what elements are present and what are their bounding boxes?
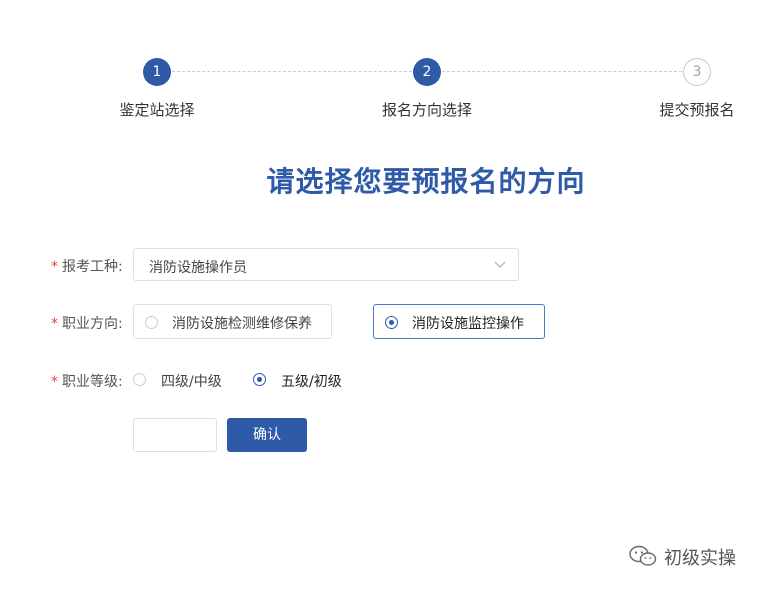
confirm-button[interactable]: 确认 <box>227 418 307 452</box>
blank-button[interactable] <box>133 418 217 452</box>
level-option-beginner-label: 五级/初级 <box>281 374 342 390</box>
direction-option-maintenance-label: 消防设施检测维修保养 <box>172 316 312 332</box>
registration-page: 1 2 3 鉴定站选择 报名方向选择 提交预报名 请选择您要预报名的方向 * 报考… <box>0 0 766 589</box>
radio-checked-icon <box>385 316 398 329</box>
level-label-text: 职业等级: <box>62 374 123 390</box>
step-1-label: 鉴定站选择 <box>119 101 195 119</box>
step-2-label: 报名方向选择 <box>381 101 473 119</box>
step-3-label: 提交预报名 <box>659 101 735 119</box>
direction-option-maintenance[interactable]: 消防设施检测维修保养 <box>133 304 332 339</box>
level-label: * 职业等级: <box>51 371 123 391</box>
step-3-circle: 3 <box>683 58 711 86</box>
required-mark: * <box>51 316 58 332</box>
exam-type-label-text: 报考工种: <box>62 259 123 275</box>
exam-type-select[interactable]: 消防设施操作员 <box>133 248 519 281</box>
radio-checked-icon <box>253 373 266 386</box>
step-connector <box>442 71 682 72</box>
required-mark: * <box>51 259 58 275</box>
step-2-circle: 2 <box>413 58 441 86</box>
direction-label: * 职业方向: <box>51 313 123 333</box>
watermark-text: 初级实操 <box>664 548 736 569</box>
direction-label-text: 职业方向: <box>62 316 123 332</box>
step-connector <box>172 71 412 72</box>
chevron-down-icon <box>494 261 506 268</box>
radio-icon <box>145 316 158 329</box>
direction-option-monitoring-label: 消防设施监控操作 <box>412 316 524 332</box>
radio-icon <box>133 373 146 386</box>
direction-option-monitoring[interactable]: 消防设施监控操作 <box>373 304 545 339</box>
required-mark: * <box>51 374 58 390</box>
page-title: 请选择您要预报名的方向 <box>266 165 586 198</box>
level-option-intermediate-label: 四级/中级 <box>161 374 222 390</box>
exam-type-label: * 报考工种: <box>51 256 123 276</box>
wechat-icon <box>629 545 657 566</box>
exam-type-value: 消防设施操作员 <box>149 260 247 276</box>
level-option-intermediate[interactable]: 四级/中级 <box>133 369 233 391</box>
step-1-circle: 1 <box>143 58 171 86</box>
level-option-beginner[interactable]: 五级/初级 <box>253 369 353 391</box>
